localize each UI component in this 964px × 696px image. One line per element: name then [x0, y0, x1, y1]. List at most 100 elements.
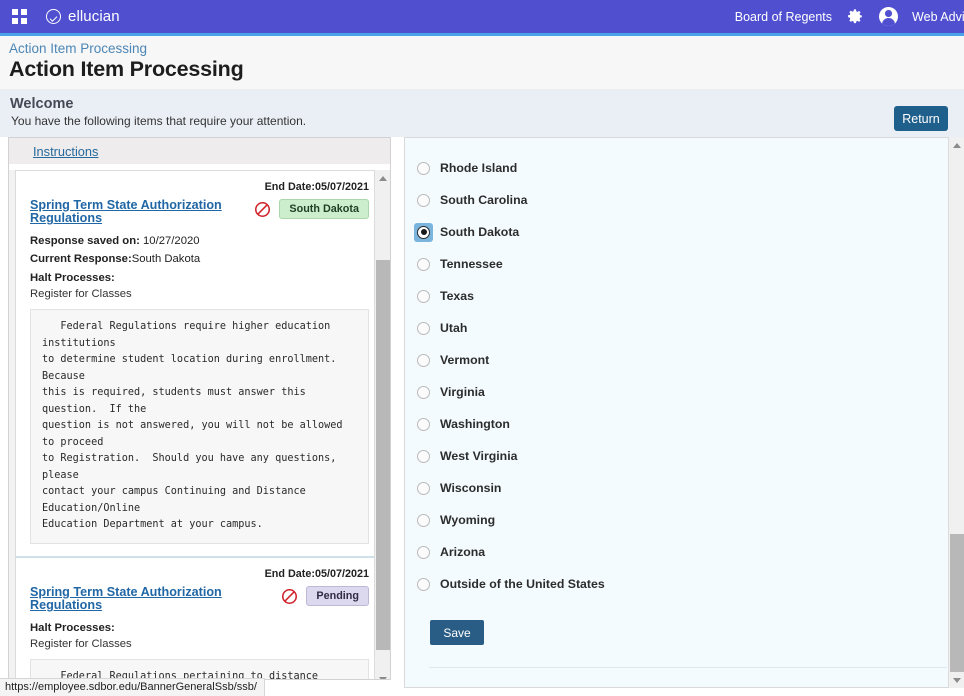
- page-root: ellucian Board of Regents Web Advisor Ac…: [0, 0, 964, 696]
- radio-option-outside-us[interactable]: Outside of the United States: [417, 568, 963, 600]
- radio-option-washington[interactable]: Washington: [417, 408, 963, 440]
- radio-button-icon[interactable]: [417, 385, 430, 399]
- status-badge: Pending: [306, 585, 369, 607]
- scrollbar-thumb[interactable]: [950, 534, 964, 672]
- end-date-label: End Date:05/07/2021: [264, 567, 369, 580]
- org-name-label[interactable]: Board of Regents: [735, 10, 832, 24]
- radio-option-label: Vermont: [440, 353, 490, 367]
- action-item-header: Spring Term State Authorization Regulati…: [30, 198, 369, 231]
- welcome-title: Welcome: [10, 96, 74, 112]
- scrollbar-thumb[interactable]: [376, 260, 390, 650]
- radio-button-icon[interactable]: [417, 193, 430, 207]
- browser-status-bar: https://employee.sdbor.edu/BannerGeneral…: [0, 678, 265, 696]
- action-items-panel: Instructions End Date:05/07/2021 Spring …: [8, 137, 391, 680]
- halt-processes-value: Register for Classes: [30, 288, 132, 301]
- left-panel-scrollbar[interactable]: [374, 170, 390, 679]
- welcome-subtitle: You have the following items that requir…: [11, 114, 307, 128]
- radio-option-south-dakota[interactable]: South Dakota: [414, 216, 963, 248]
- radio-button-icon[interactable]: [417, 289, 430, 303]
- instructions-link[interactable]: Instructions: [33, 144, 98, 159]
- radio-button-icon[interactable]: [417, 257, 430, 271]
- user-avatar-icon[interactable]: [879, 7, 899, 26]
- top-nav-right-group: Board of Regents Web Advisor: [735, 7, 964, 26]
- halt-processes-label: Halt Processes:: [30, 271, 115, 284]
- radio-button-icon[interactable]: [417, 417, 430, 431]
- radio-option-wisconsin[interactable]: Wisconsin: [417, 472, 963, 504]
- radio-option-west-virginia[interactable]: West Virginia: [417, 440, 963, 472]
- radio-button-icon[interactable]: [417, 513, 430, 527]
- radio-option-wyoming[interactable]: Wyoming: [417, 504, 963, 536]
- save-button[interactable]: Save: [430, 620, 484, 645]
- radio-option-south-carolina[interactable]: South Carolina: [417, 184, 963, 216]
- breadcrumb[interactable]: Action Item Processing: [9, 41, 147, 56]
- status-bar-url: https://employee.sdbor.edu/BannerGeneral…: [5, 681, 257, 693]
- current-response-label: Current Response: [30, 253, 128, 266]
- scroll-up-arrow-icon[interactable]: [949, 137, 964, 153]
- status-group: South Dakota: [254, 199, 369, 220]
- radio-option-label: Utah: [440, 321, 468, 335]
- radio-button-icon[interactable]: [417, 577, 430, 591]
- halt-processes-label: Halt Processes:: [30, 621, 115, 634]
- radio-option-vermont[interactable]: Vermont: [417, 344, 963, 376]
- radio-option-label: South Carolina: [440, 193, 528, 207]
- radio-option-arizona[interactable]: Arizona: [417, 536, 963, 568]
- action-item-title-link[interactable]: Spring Term State Authorization Regulati…: [30, 198, 245, 226]
- radio-button-icon[interactable]: [417, 161, 430, 175]
- radio-option-label: Washington: [440, 417, 510, 431]
- action-item-title-link[interactable]: Spring Term State Authorization Regulati…: [30, 585, 245, 613]
- current-response-row: Current Response:South Dakota: [30, 253, 201, 266]
- radio-button-icon[interactable]: [417, 545, 430, 559]
- radio-option-label: Rhode Island: [440, 161, 518, 175]
- radio-option-virginia[interactable]: Virginia: [417, 376, 963, 408]
- radio-button-icon[interactable]: [417, 449, 430, 463]
- right-panel-scrollbar[interactable]: [948, 137, 964, 688]
- instructions-bar: Instructions: [9, 138, 390, 164]
- gear-icon[interactable]: [846, 7, 865, 26]
- halt-processes-row: Halt Processes:: [30, 270, 369, 286]
- end-date-label: End Date:05/07/2021: [264, 181, 369, 193]
- radio-button-icon[interactable]: [417, 321, 430, 335]
- response-saved-label: Response saved on: [30, 235, 137, 247]
- scroll-down-arrow-icon[interactable]: [949, 672, 964, 688]
- section-divider: [429, 667, 947, 668]
- radio-button-icon[interactable]: [417, 481, 430, 495]
- radio-option-texas[interactable]: Texas: [417, 280, 963, 312]
- halt-processes-value: Register for Classes: [30, 638, 132, 651]
- action-items-scroll-area: End Date:05/07/2021 Spring Term State Au…: [9, 170, 390, 679]
- radio-option-label: West Virginia: [440, 449, 518, 463]
- page-title: Action Item Processing: [9, 57, 244, 81]
- action-item-header: Spring Term State Authorization Regulati…: [30, 585, 369, 618]
- radio-option-label: South Dakota: [440, 225, 520, 239]
- scroll-down-arrow-icon[interactable]: [375, 671, 390, 679]
- action-item-card: End Date:05/07/2021 Spring Term State Au…: [15, 170, 384, 556]
- action-item-body-text: Federal Regulations require higher educa…: [30, 309, 369, 544]
- radio-option-label: Wyoming: [440, 513, 496, 527]
- radio-option-tennessee[interactable]: Tennessee: [417, 248, 963, 280]
- welcome-bar: Welcome You have the following items tha…: [0, 90, 964, 137]
- status-badge: South Dakota: [279, 199, 369, 220]
- grid-apps-icon[interactable]: [12, 9, 27, 24]
- no-entry-icon: [255, 201, 271, 217]
- radio-option-label: Texas: [440, 289, 474, 303]
- response-saved-row: Response saved on: 10/27/2020: [30, 235, 200, 247]
- status-group: Pending: [281, 585, 369, 607]
- radio-button-icon[interactable]: [417, 353, 430, 367]
- state-selection-panel: Rhode Island South Carolina South Dakota…: [404, 137, 964, 688]
- brand-logo[interactable]: ellucian: [46, 8, 120, 25]
- radio-option-label: Tennessee: [440, 257, 503, 271]
- no-entry-icon: [282, 588, 298, 604]
- radio-option-utah[interactable]: Utah: [417, 312, 963, 344]
- action-item-card: End Date:05/07/2021 Spring Term State Au…: [15, 556, 384, 679]
- top-navigation-bar: ellucian Board of Regents Web Advisor: [0, 0, 964, 33]
- scroll-up-arrow-icon[interactable]: [375, 170, 390, 186]
- return-button[interactable]: Return: [894, 106, 948, 131]
- radio-button-selected-icon[interactable]: [414, 222, 433, 242]
- radio-option-rhode-island[interactable]: Rhode Island: [417, 152, 963, 184]
- radio-option-label: Outside of the United States: [440, 577, 605, 591]
- radio-option-label: Arizona: [440, 545, 486, 559]
- halt-processes-row: Halt Processes:: [30, 620, 369, 636]
- action-item-body-text: Federal Regulations pertaining to distan…: [30, 659, 369, 679]
- check-circle-icon: [46, 9, 61, 24]
- page-header: Action Item Processing Action Item Proce…: [0, 36, 964, 90]
- web-advisor-link[interactable]: Web Advisor: [912, 10, 964, 24]
